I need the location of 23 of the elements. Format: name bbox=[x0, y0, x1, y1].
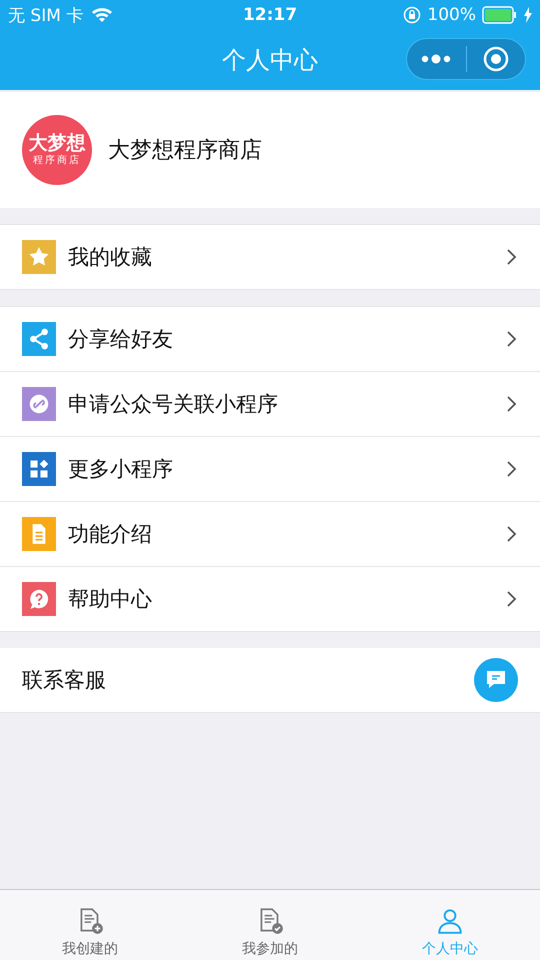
battery-icon bbox=[482, 6, 518, 24]
tab[interactable]: 我创建的 bbox=[0, 890, 180, 960]
carrier-text: 无 SIM 卡 bbox=[8, 4, 84, 26]
rotation-lock-icon bbox=[403, 6, 422, 24]
chevron-icon bbox=[506, 590, 518, 608]
chat-button[interactable] bbox=[474, 658, 518, 702]
page-title: 个人中心 bbox=[222, 45, 318, 76]
target-icon bbox=[482, 46, 509, 72]
tab[interactable]: 我参加的 bbox=[180, 890, 360, 960]
charging-icon bbox=[524, 7, 532, 23]
battery-percent: 100% bbox=[427, 5, 476, 25]
chevron-icon bbox=[506, 525, 518, 543]
chevron-icon bbox=[506, 248, 518, 266]
contact-label: 联系客服 bbox=[22, 667, 107, 694]
chevron-icon bbox=[506, 460, 518, 478]
clock-time: 12:17 bbox=[242, 5, 298, 25]
chevron-icon bbox=[506, 395, 518, 413]
wifi-icon bbox=[91, 7, 114, 23]
store-logo: 大梦想 程序商店 bbox=[22, 115, 92, 185]
chat-icon bbox=[484, 669, 508, 691]
store-name: 大梦想程序商店 bbox=[108, 137, 262, 165]
chevron-icon bbox=[506, 330, 518, 348]
dots-icon bbox=[420, 54, 452, 64]
